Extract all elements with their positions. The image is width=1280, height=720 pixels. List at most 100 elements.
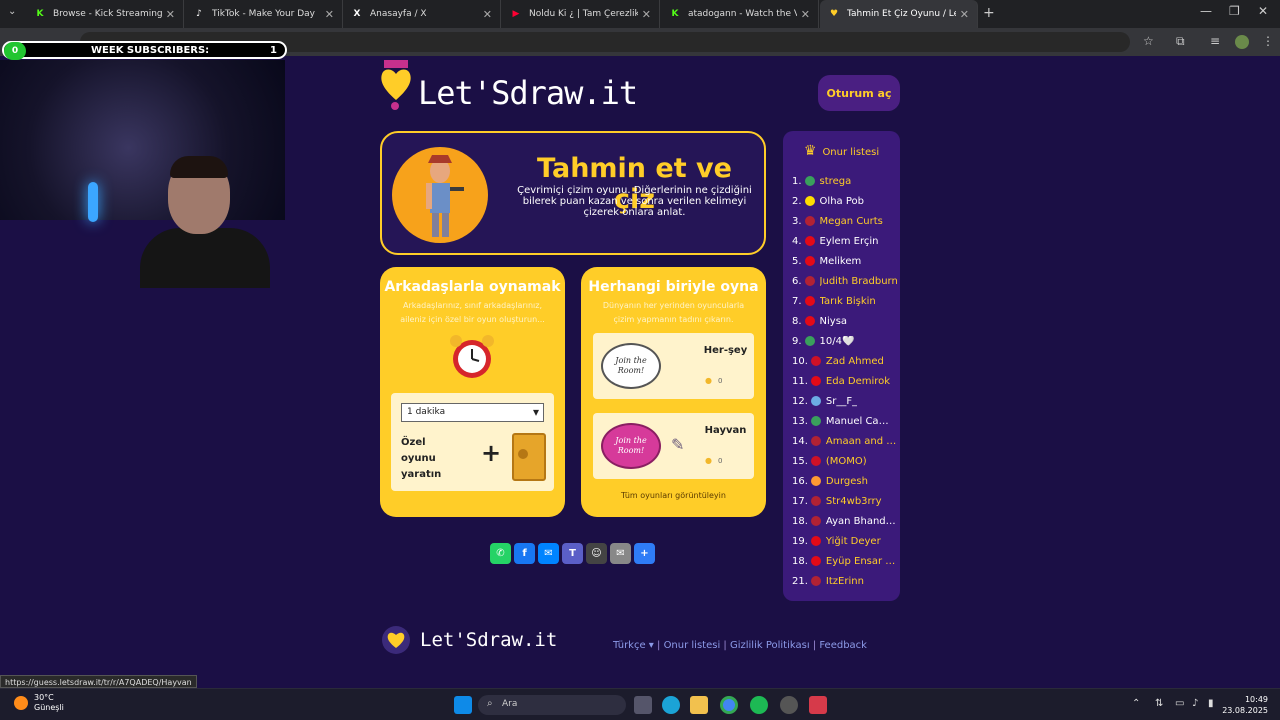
leaderboard-player-name: Zad Ahmed [825,355,884,367]
weather-widget[interactable]: 30°C Güneşli [14,693,64,713]
footer-link-leaderboard[interactable]: Onur listesi [664,640,721,651]
leaderboard-row[interactable]: 5. Melikem [792,251,898,271]
browser-menu-icon[interactable]: ⋮ [1262,34,1274,48]
letsdraw-icon: ♥ [829,9,839,19]
whatsapp-icon[interactable]: ✆ [490,543,511,564]
window-close-icon[interactable]: ✕ [1258,4,1268,18]
windows-start-icon[interactable] [454,696,472,714]
leaderboard-row[interactable]: 12. Sr__F_ [792,391,898,411]
maximize-icon[interactable]: ❐ [1229,4,1240,18]
battery-icon[interactable]: ▮ [1208,698,1214,709]
language-selector[interactable]: Türkçe ▾ [613,640,654,651]
country-flag-icon [810,356,821,366]
minimize-icon[interactable]: — [1200,4,1212,18]
facebook-icon[interactable]: f [514,543,535,564]
extensions-icon[interactable]: ⧉ [1176,34,1185,49]
leaderboard-row[interactable]: 9. 10/4🤍 [792,331,898,351]
file-explorer-icon[interactable] [690,696,708,714]
taskbar-clock[interactable]: 10:49 23.08.2025 [1222,694,1268,716]
tab-close-icon[interactable]: ✕ [960,8,969,21]
share-icon[interactable]: + [634,543,655,564]
browser-tab-5[interactable]: Katadogann - Watch the VOD o ✕ [661,0,819,28]
leaderboard-row[interactable]: 14. Amaan and k... [792,431,898,451]
snapchat-icon[interactable]: ☺ [586,543,607,564]
leaderboard-row[interactable]: 7. Tarık Bişkin [792,291,898,311]
app-icon[interactable] [809,696,827,714]
webcam-person-body [140,228,270,288]
leaderboard-row[interactable]: 4. Eylem Erçin [792,231,898,251]
leaderboard-row[interactable]: 11. Eda Demirok [792,371,898,391]
country-flag-icon [804,336,815,346]
teams-icon[interactable]: T [562,543,583,564]
task-view-icon[interactable] [634,696,652,714]
bookmark-star-icon[interactable]: ☆ [1143,34,1154,48]
new-tab-button[interactable]: + [983,5,995,21]
browser-tab-6[interactable]: ♥ Tahmin Et Çiz Oyunu / LetsDraw ✕ [820,0,978,28]
tab-close-icon[interactable]: ✕ [642,8,651,21]
leaderboard-rank: 18. [792,555,808,567]
leaderboard-row[interactable]: 18. Eyüp Ensar A... [792,551,898,571]
profile-avatar[interactable] [1235,35,1249,49]
browser-tab-4[interactable]: ▶ Noldu Ki ¿ | Tam Çerezlik | #245 ✕ [502,0,660,28]
site-logo[interactable]: Let'Sdraw.it [380,60,638,112]
leaderboard-row[interactable]: 17. Str4wb3rry [792,491,898,511]
footer-logo[interactable]: Let'Sdraw.it [382,626,557,654]
leaderboard-row[interactable]: 3. Megan Curts [792,211,898,231]
browser-tab-1[interactable]: K Browse - Kick Streaming ✕ [26,0,184,28]
hero-description: Çevrimiçi çizim oyunu. Diğerlerinin ne ç… [517,185,752,218]
tab-close-icon[interactable]: ✕ [166,8,175,21]
login-button[interactable]: Oturum aç [818,75,900,111]
tab-search-icon[interactable]: ⌄ [8,6,16,17]
steam-icon[interactable] [780,696,798,714]
volume-icon[interactable]: ♪ [1192,698,1198,709]
country-flag-icon [804,236,815,246]
media-icon[interactable]: ≡ [1210,34,1220,48]
leaderboard-row[interactable]: 2. Olha Pob [792,191,898,211]
leaderboard-row[interactable]: 13. Manuel Cama... [792,411,898,431]
tab-title: TikTok - Make Your Day [212,9,316,19]
room-hayvan[interactable]: Join the Room! ✎ Hayvan ● 0 [593,413,754,479]
friends-card-description: Arkadaşlarınız, sınıf arkadaşlarınız, ai… [400,301,545,324]
weather-desc: Güneşli [34,703,64,712]
spotify-icon[interactable] [750,696,768,714]
painter-character-icon [426,155,464,237]
tray-chevron-icon[interactable]: ⌃ [1132,698,1140,709]
footer-link-feedback[interactable]: Feedback [819,640,867,651]
browser-tab-2[interactable]: ♪ TikTok - Make Your Day ✕ [185,0,343,28]
leaderboard-row[interactable]: 10. Zad Ahmed [792,351,898,371]
footer-link-privacy[interactable]: Gizlilik Politikası [730,640,810,651]
create-private-game-button[interactable]: Özel oyunu yaratın [401,435,461,483]
leaderboard-row[interactable]: 15. (MOMO) [792,451,898,471]
crown-icon: ♛ [803,143,817,159]
edge-icon[interactable] [662,696,680,714]
taskbar-search[interactable]: Ara [478,695,626,715]
leaderboard-rank: 3. [792,215,802,227]
players-icon: ● [705,456,712,465]
plus-icon[interactable]: + [481,439,501,467]
leaderboard-title-text: Onur listesi [822,147,880,158]
leaderboard-rank: 7. [792,295,802,307]
leaderboard-row[interactable]: 16. Durgesh [792,471,898,491]
leaderboard-panel: ♛ Onur listesi 1. strega 2. Olha Pob 3. Megan … [783,131,900,601]
leaderboard-row[interactable]: 1. strega [792,171,898,191]
wifi-icon[interactable]: ▭ [1175,698,1184,709]
leaderboard-row[interactable]: 21. ItzErinn [792,571,898,591]
network-icon[interactable]: ⇅ [1155,698,1163,709]
tab-close-icon[interactable]: ✕ [325,8,334,21]
leaderboard-player-name: Melikem [819,255,862,267]
messenger-icon[interactable]: ✉ [538,543,559,564]
leaderboard-rank: 8. [792,315,802,327]
tab-close-icon[interactable]: ✕ [483,8,492,21]
tab-close-icon[interactable]: ✕ [801,8,810,21]
leaderboard-row[interactable]: 19. Yiğit Deyer [792,531,898,551]
duration-select[interactable]: 1 dakika [401,403,544,422]
chrome-icon[interactable] [720,696,738,714]
view-all-games-link[interactable]: Tüm oyunları görüntüleyin [581,491,766,500]
room-her-sey[interactable]: Join the Room! Her-şey ● 0 [593,333,754,399]
email-icon[interactable]: ✉ [610,543,631,564]
leaderboard-row[interactable]: 18. Ayan Bhandari [792,511,898,531]
leaderboard-row[interactable]: 8. Niysa [792,311,898,331]
leaderboard-row[interactable]: 6. Judith Bradburn [792,271,898,291]
browser-tab-3[interactable]: X Anasayfa / X ✕ [343,0,501,28]
leaderboard-player-name: ItzErinn [825,575,864,587]
